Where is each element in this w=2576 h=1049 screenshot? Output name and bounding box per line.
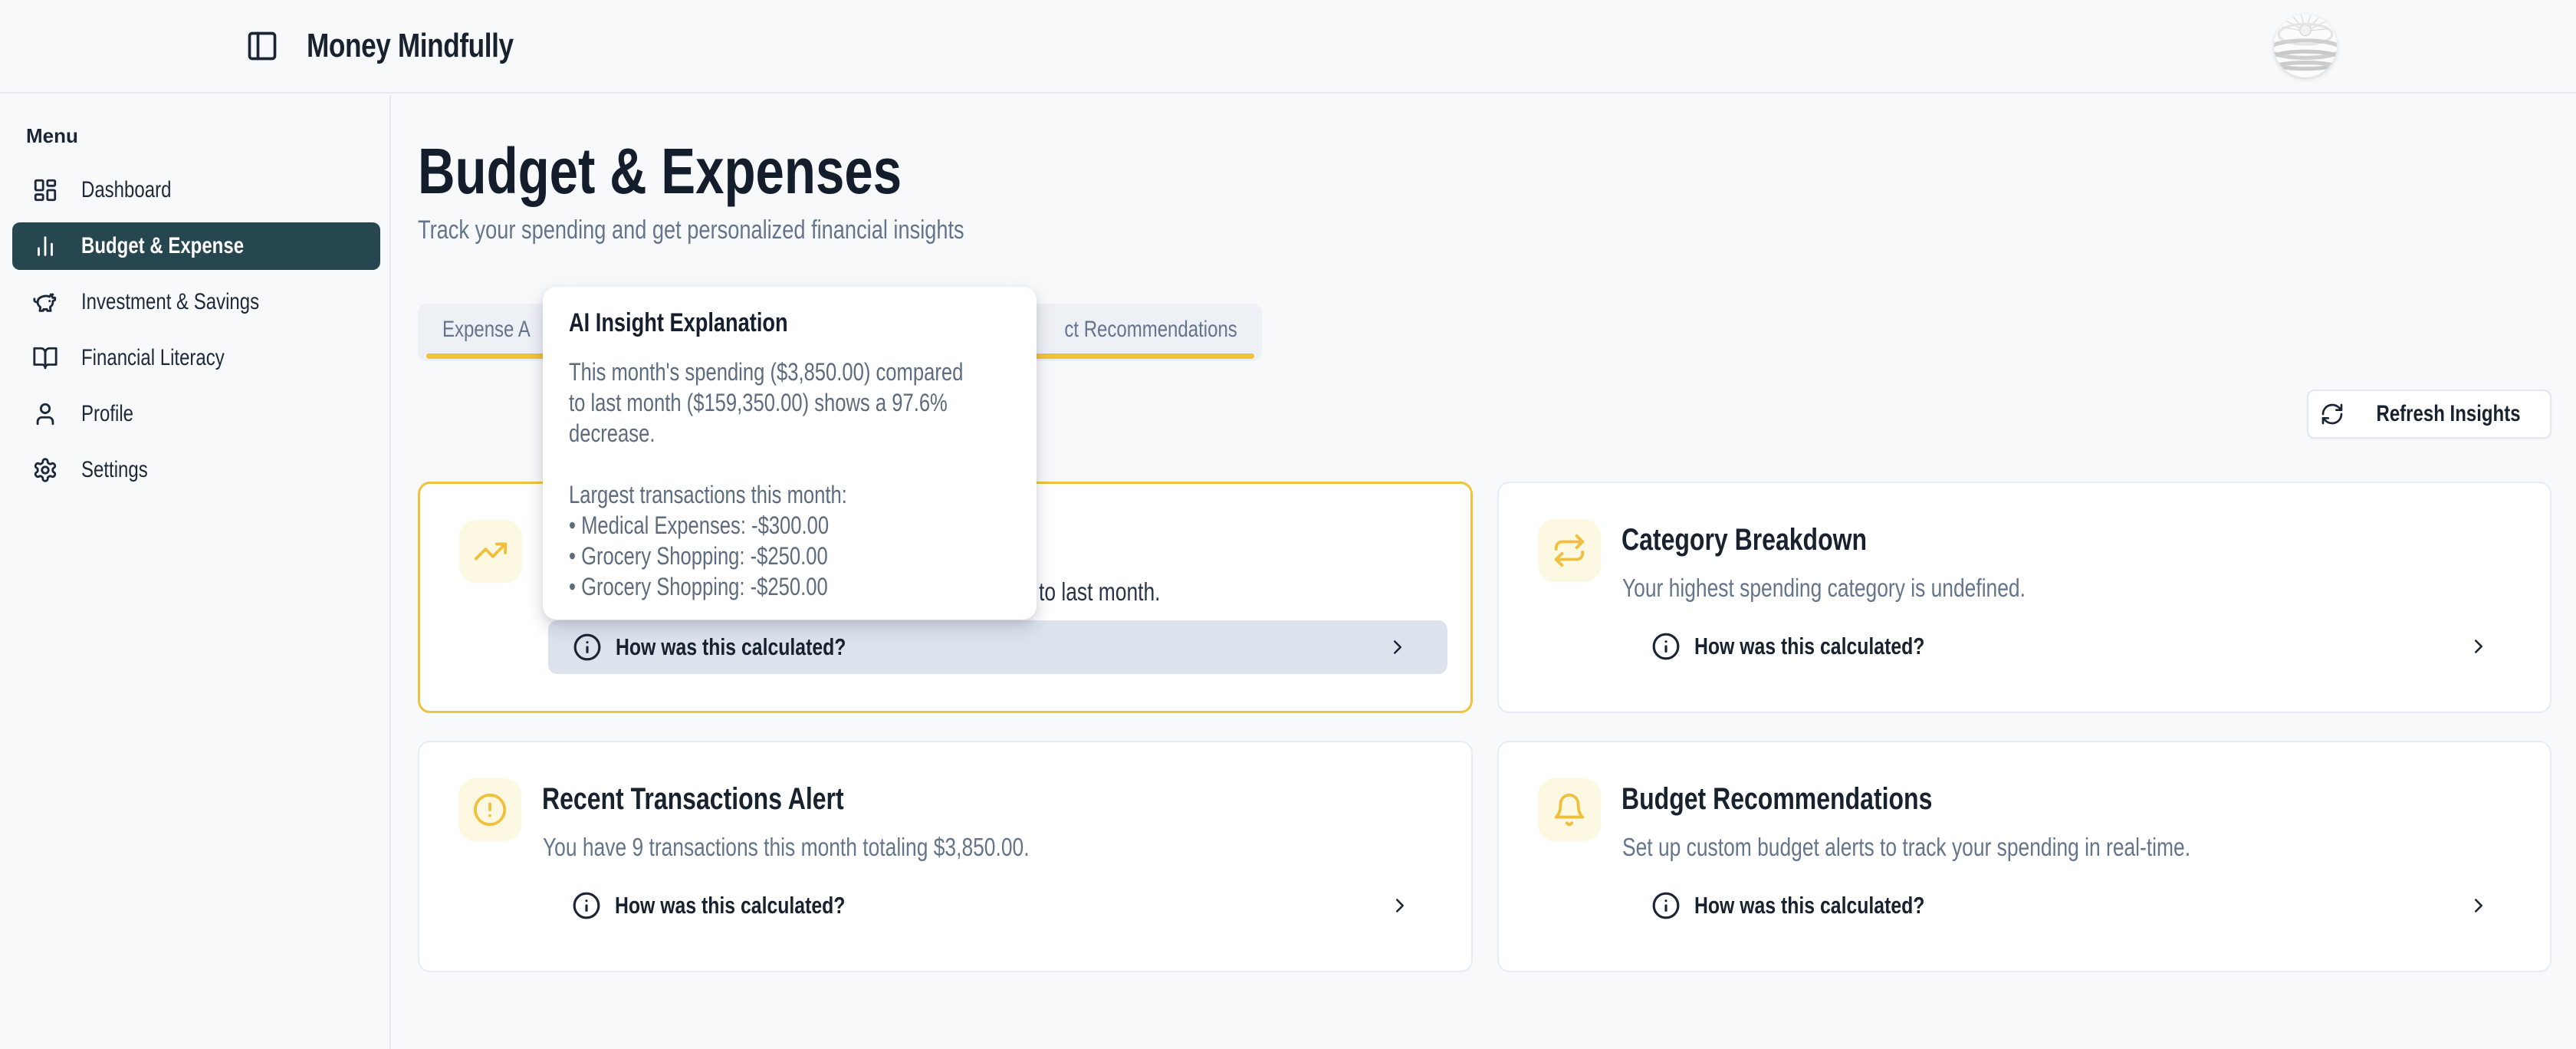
card-icon-box <box>458 778 521 841</box>
sidebar-item-label: Settings <box>81 457 148 483</box>
piggy-bank-icon <box>32 289 58 315</box>
info-icon <box>1651 891 1681 920</box>
popover-list-heading: Largest transactions this month: <box>569 479 1014 510</box>
card-title: Recent Transactions Alert <box>542 782 919 817</box>
tab-expense-analysis[interactable]: Expense A <box>442 304 552 356</box>
sidebar-item-label: Investment & Savings <box>81 289 259 315</box>
sidebar-toggle-button[interactable] <box>245 29 279 63</box>
bar-chart-icon <box>32 233 58 259</box>
how-was-this-calculated-button[interactable]: How was this calculated? <box>548 620 1447 674</box>
sidebar: Menu Dashboard Budget & Expense Investme… <box>0 95 391 1049</box>
refresh-insights-button[interactable]: Refresh Insights <box>2307 390 2551 439</box>
trending-up-icon <box>473 534 508 569</box>
sidebar-menu-label: Menu <box>26 124 389 148</box>
card-icon-box <box>1538 519 1601 582</box>
sidebar-item-dashboard[interactable]: Dashboard <box>12 166 380 214</box>
card-title: Category Breakdown <box>1622 523 1928 557</box>
chevron-right-icon <box>1386 636 1409 659</box>
card-subtitle-fragment: to last month. <box>1039 577 1191 607</box>
card-icon-box <box>1538 778 1601 841</box>
alert-circle-icon <box>472 792 508 827</box>
sidebar-item-settings[interactable]: Settings <box>12 446 380 494</box>
bell-icon <box>1552 792 1587 827</box>
card-recent-transactions-alert: Recent Transactions Alert You have 9 tra… <box>418 741 1473 972</box>
refresh-icon <box>2320 402 2344 426</box>
how-was-this-calculated-button[interactable]: How was this calculated? <box>572 879 1411 932</box>
page-subtitle: Track your spending and get personalized… <box>418 215 2576 245</box>
sidebar-item-budget-expense[interactable]: Budget & Expense <box>12 222 380 270</box>
how-was-this-calculated-button[interactable]: How was this calculated? <box>1651 879 2491 932</box>
top-header: Money Mindfully <box>0 0 2576 94</box>
card-budget-recommendations: Budget Recommendations Set up custom bud… <box>1497 741 2552 972</box>
repeat-icon <box>1552 533 1587 568</box>
card-icon-box <box>459 520 522 583</box>
popover-text-line: decrease. <box>569 418 1014 449</box>
app-title: Money Mindfully <box>307 27 565 65</box>
book-open-icon <box>32 345 58 371</box>
avatar-image <box>2274 15 2337 77</box>
sidebar-item-investment-savings[interactable]: Investment & Savings <box>12 278 380 326</box>
page-title: Budget & Expenses <box>418 138 2576 204</box>
sidebar-item-profile[interactable]: Profile <box>12 390 380 438</box>
card-title: Budget Recommendations <box>1622 782 2010 817</box>
popover-spacer <box>569 449 1014 479</box>
sidebar-item-label: Dashboard <box>81 177 171 203</box>
user-icon <box>32 401 58 427</box>
gear-icon <box>32 457 58 483</box>
card-subtitle: You have 9 transactions this month total… <box>543 833 1151 862</box>
card-subtitle: Your highest spending category is undefi… <box>1622 574 2126 603</box>
how-was-this-calculated-button[interactable]: How was this calculated? <box>1651 620 2491 673</box>
avatar[interactable] <box>2274 15 2337 77</box>
info-icon <box>1651 632 1681 661</box>
sidebar-item-label: Budget & Expense <box>81 233 244 259</box>
sidebar-item-label: Financial Literacy <box>81 345 225 371</box>
popover-bullet: • Medical Expenses: -$300.00 <box>569 510 1014 541</box>
popover-bullet: • Grocery Shopping: -$250.00 <box>569 571 1014 602</box>
popover-title: AI Insight Explanation <box>569 308 1014 338</box>
sidebar-item-financial-literacy[interactable]: Financial Literacy <box>12 334 380 382</box>
app-window: Money Mindfully <box>0 0 2576 1049</box>
chevron-right-icon <box>2467 635 2490 658</box>
card-subtitle: Set up custom budget alerts to track you… <box>1622 833 2332 862</box>
info-icon <box>573 633 602 662</box>
ai-insight-popover: AI Insight Explanation This month's spen… <box>543 287 1037 620</box>
card-category-breakdown: Category Breakdown Your highest spending… <box>1497 482 2552 713</box>
chevron-right-icon <box>1388 894 1411 917</box>
dashboard-icon <box>32 177 58 203</box>
chevron-right-icon <box>2467 894 2490 917</box>
panel-left-icon <box>245 29 279 63</box>
popover-text-line: to last month ($159,350.00) shows a 97.6… <box>569 387 1014 418</box>
popover-text-line: This month's spending ($3,850.00) compar… <box>569 357 1014 387</box>
info-icon <box>572 891 601 920</box>
sidebar-item-label: Profile <box>81 401 133 427</box>
popover-bullet: • Grocery Shopping: -$250.00 <box>569 541 1014 571</box>
tab-recommendations[interactable]: ct Recommendations <box>1021 304 1237 356</box>
